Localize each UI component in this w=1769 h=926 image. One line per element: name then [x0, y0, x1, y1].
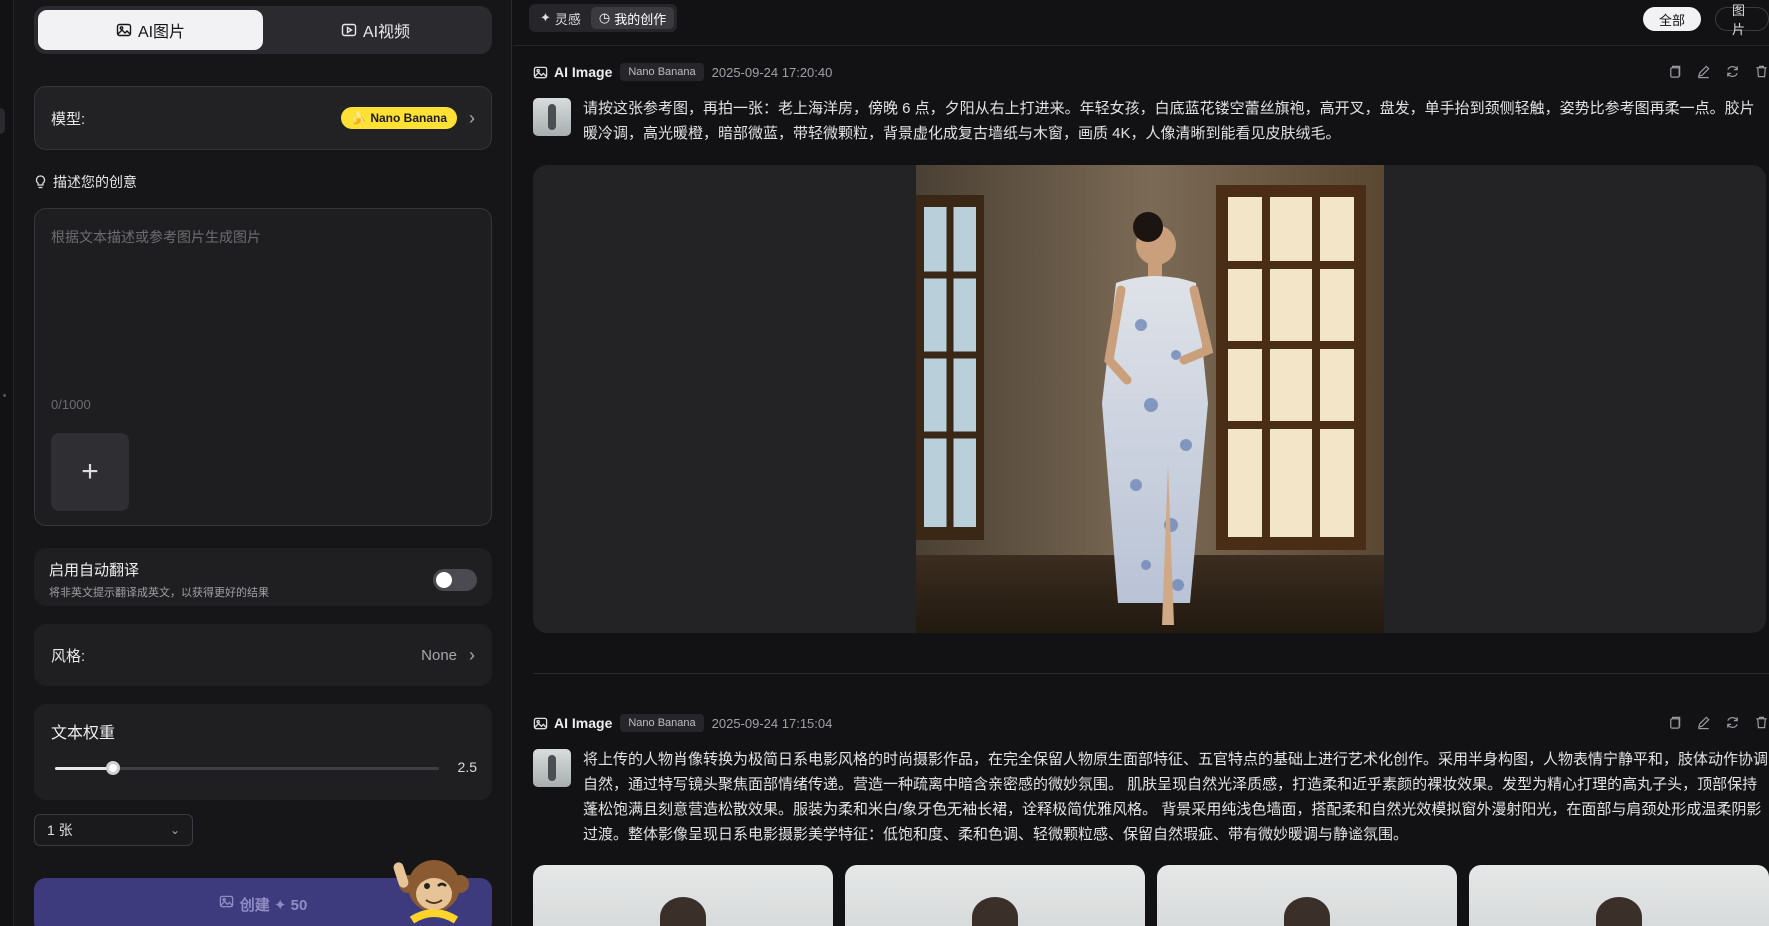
regenerate-icon[interactable]	[1725, 715, 1740, 730]
tab-ai-video-label: AI视频	[362, 24, 411, 41]
image-icon	[533, 66, 548, 78]
tab-ai-image[interactable]: AI图片	[38, 10, 263, 50]
text-weight-card: 文本权重 2.5	[34, 704, 492, 800]
edit-icon[interactable]	[1696, 715, 1711, 730]
auto-translate-card: 启用自动翻译 将非英文提示翻译成英文，以获得更好的结果	[34, 548, 492, 606]
copy-icon[interactable]	[1667, 64, 1682, 79]
video-icon	[341, 23, 357, 37]
prompt-char-count: 0/1000	[51, 397, 91, 412]
generated-image-thumbnail[interactable]	[1157, 865, 1457, 926]
entry-model-badge: Nano Banana	[620, 63, 704, 81]
create-button-label: 创建 ✦ 50	[239, 897, 308, 914]
image-count-select[interactable]: 1 张 ⌄	[34, 814, 193, 846]
model-name: Nano Banana	[370, 111, 447, 125]
entry-actions	[1667, 715, 1769, 730]
add-reference-image-button[interactable]: +	[51, 433, 129, 511]
filter-image-button[interactable]: 图片	[1715, 3, 1769, 37]
delete-icon[interactable]	[1754, 715, 1769, 730]
model-selector[interactable]: 模型: 🍌 Nano Banana ›	[34, 86, 492, 150]
text-weight-slider-fill	[55, 767, 113, 770]
mode-tabs: AI图片 AI视频	[34, 6, 492, 54]
tab-inspiration[interactable]: ✦ 灵感	[532, 7, 589, 29]
entry-model-badge: Nano Banana	[620, 714, 704, 732]
sparkle-icon: ✦	[540, 10, 551, 25]
text-weight-title: 文本权重	[51, 725, 116, 742]
entry-timestamp: 2025-09-24 17:20:40	[711, 64, 833, 80]
plus-icon: +	[81, 455, 99, 488]
generated-image-thumbnail[interactable]	[1469, 865, 1769, 926]
copy-icon[interactable]	[1667, 715, 1682, 730]
style-selector[interactable]: 风格: None ›	[34, 624, 492, 686]
tab-inspiration-label: 灵感	[554, 11, 581, 27]
auto-translate-description: 将非英文提示翻译成英文，以获得更好的结果	[49, 587, 269, 599]
creation-entry: AI Image Nano Banana 2025-09-24 17:15:04…	[533, 711, 1769, 847]
style-label: 风格:	[51, 647, 86, 665]
monkey-mascot-icon	[393, 860, 469, 924]
entry-header: AI Image Nano Banana 2025-09-24 17:20:40	[533, 60, 1769, 84]
generated-image-qipao-portrait[interactable]	[916, 165, 1384, 633]
entry-type-label: AI Image	[554, 64, 613, 80]
result-image-grid	[533, 865, 1769, 926]
entry-timestamp: 2025-09-24 17:15:04	[711, 715, 833, 731]
prompt-section-title: 描述您的创意	[34, 172, 137, 192]
edit-icon[interactable]	[1696, 64, 1711, 79]
entry-prompt: 将上传的人物肖像转换为极简日系电影风格的时尚摄影作品，在完全保留人物原生面部特征…	[533, 747, 1769, 847]
result-image-container	[533, 165, 1766, 633]
tab-ai-video[interactable]: AI视频	[263, 10, 488, 50]
generated-image-thumbnail[interactable]	[533, 865, 833, 926]
reference-thumbnail[interactable]	[533, 98, 571, 136]
banana-icon: 🍌	[351, 111, 367, 125]
image-icon	[219, 895, 233, 908]
auto-translate-title: 启用自动翻译	[49, 562, 140, 579]
prompt-card: 0/1000 +	[34, 208, 492, 526]
prompt-input[interactable]	[51, 227, 471, 367]
entry-type-label: AI Image	[554, 715, 613, 731]
model-badge: 🍌 Nano Banana	[341, 107, 457, 129]
entry-prompt-text: 将上传的人物肖像转换为极简日系电影风格的时尚摄影作品，在完全保留人物原生面部特征…	[583, 751, 1769, 843]
chevron-right-icon: ›	[469, 644, 475, 665]
image-icon	[533, 717, 548, 729]
entry-divider	[533, 673, 1769, 674]
tab-ai-image-label: AI图片	[137, 24, 186, 41]
content-topbar: ✦ 灵感 ◷ 我的创作 全部 图片	[513, 0, 1769, 46]
tab-my-creations[interactable]: ◷ 我的创作	[590, 7, 675, 29]
entry-type: AI Image	[533, 715, 612, 731]
prompt-section-label: 描述您的创意	[53, 174, 137, 190]
clock-icon: ◷	[598, 10, 611, 25]
rail-dot	[3, 394, 6, 397]
chevron-right-icon: ›	[469, 107, 475, 128]
auto-translate-toggle[interactable]	[433, 569, 477, 591]
delete-icon[interactable]	[1754, 64, 1769, 79]
text-weight-value: 2.5	[457, 759, 477, 775]
chevron-down-icon: ⌄	[169, 823, 180, 837]
side-rail	[0, 0, 14, 926]
reference-thumbnail[interactable]	[533, 749, 571, 787]
left-panel: AI图片 AI视频 模型: 🍌 Nano Banana › 描述您的创意 0/1…	[0, 0, 512, 926]
entry-prompt-text: 请按这张参考图，再拍一张：老上海洋房，傍晚 6 点，夕阳从右上打进来。年轻女孩，…	[583, 100, 1755, 142]
rail-handle[interactable]	[0, 108, 5, 134]
generated-image-thumbnail[interactable]	[845, 865, 1145, 926]
creation-entry: AI Image Nano Banana 2025-09-24 17:20:40…	[533, 60, 1769, 146]
model-label: 模型:	[51, 110, 86, 128]
image-icon	[116, 23, 132, 37]
entry-type: AI Image	[533, 64, 612, 80]
image-count-value: 1 张	[47, 822, 73, 838]
entry-header: AI Image Nano Banana 2025-09-24 17:15:04	[533, 711, 1769, 735]
lightbulb-icon	[35, 175, 46, 189]
tab-my-creations-label: 我的创作	[614, 11, 667, 27]
text-weight-slider[interactable]	[55, 761, 439, 775]
view-segment: ✦ 灵感 ◷ 我的创作	[529, 4, 678, 32]
filter-all-button[interactable]: 全部	[1643, 7, 1702, 31]
entry-prompt: 请按这张参考图，再拍一张：老上海洋房，傍晚 6 点，夕阳从右上打进来。年轻女孩，…	[533, 96, 1769, 146]
style-value: None	[421, 646, 457, 664]
entry-actions	[1667, 64, 1769, 79]
text-weight-slider-thumb[interactable]	[105, 761, 120, 775]
regenerate-icon[interactable]	[1725, 64, 1740, 79]
